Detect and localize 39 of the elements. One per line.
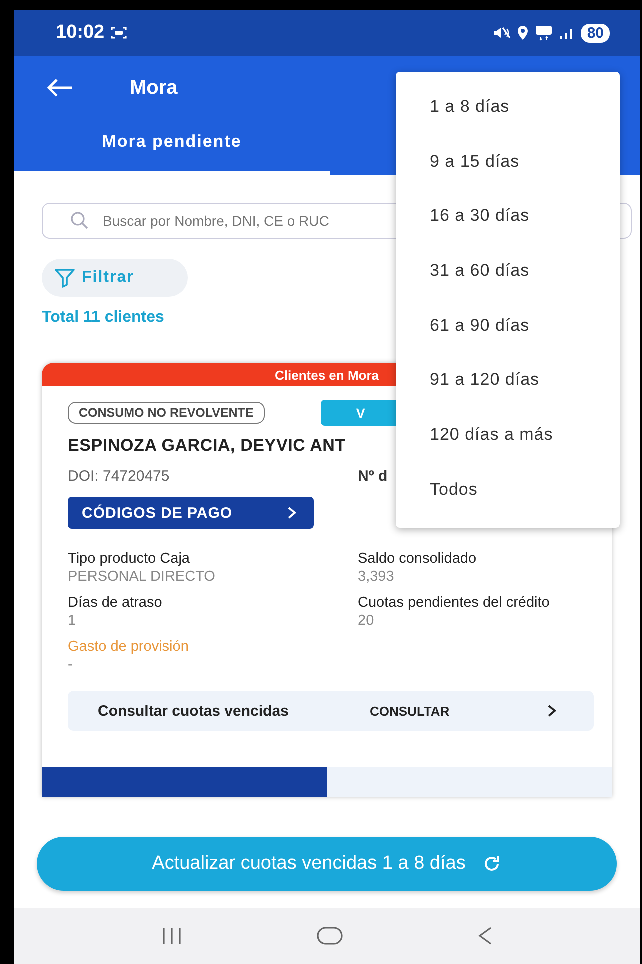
search-icon [70,211,90,231]
back-icon[interactable] [477,926,494,946]
battery-level: 80 [581,24,610,42]
menu-item[interactable]: Todos [396,462,620,518]
field-label: Saldo consolidado [358,551,478,567]
consult-action: CONSULTAR [370,704,451,718]
consult-label: Consultar cuotas vencidas [98,702,290,720]
field-label: Tipo producto Caja [68,551,191,567]
screenshot-icon [110,26,127,40]
field-value: 20 [358,613,376,629]
doi-text: DOI: 74720475 [68,468,171,485]
menu-item[interactable]: 31 a 60 días [396,244,620,299]
consult-row[interactable]: Consultar cuotas vencidas CONSULTAR [68,691,594,731]
home-icon[interactable] [316,926,344,946]
total-count: Total 11 clientes [42,309,164,327]
chevron-icon [286,506,298,520]
client-name: ESPINOZA GARCIA, DEYVIC ANT [68,436,347,456]
filter-icon [54,268,76,288]
field-label: Días de atraso [68,595,164,611]
chevron-icon [546,704,558,718]
network-icon [535,25,554,41]
field-value: PERSONAL DIRECTO [68,569,216,585]
screen-title: Mora [130,76,178,100]
status-time: 10:02 [56,22,105,44]
location-icon [517,26,530,40]
menu-item[interactable]: 61 a 90 días [396,298,620,354]
field-value: - [68,657,74,673]
recents-icon[interactable] [160,926,183,946]
tab[interactable]: Mora pendiente [14,120,330,175]
field-value: 1 [68,613,78,629]
field-label: Gasto de provisión [68,639,190,655]
product-tag: CONSUMO NO REVOLVENTE [68,402,265,424]
mute-icon [493,26,512,40]
field-value: 3,393 [358,569,396,585]
payment-codes-button[interactable]: CÓDIGOS DE PAGO [68,497,314,529]
label-text: Nº d [358,468,388,485]
menu-item[interactable]: 9 a 15 días [396,134,620,190]
field-label: Cuotas pendientes del crédito [358,595,551,611]
menu-item[interactable]: 1 a 8 días [396,80,620,135]
